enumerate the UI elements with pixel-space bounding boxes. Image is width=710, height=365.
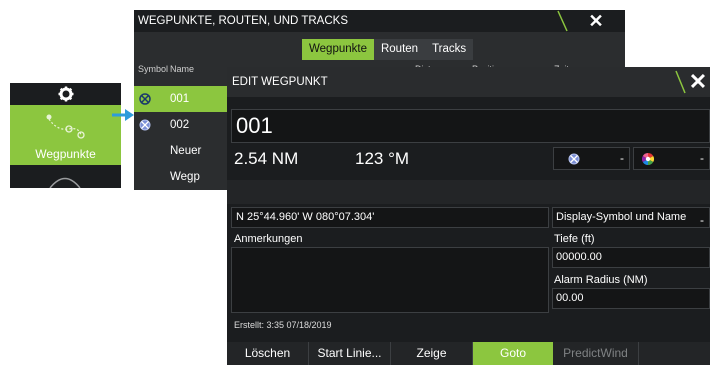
waypoints-icon [46,114,85,139]
waypoint-icon [568,153,580,165]
display-mode-dropdown[interactable]: Display-Symbol und Name - [552,207,710,228]
distance-value: 2.54 NM [234,149,299,168]
symbol-dropdown[interactable]: - [553,147,630,170]
tab-wegpunkte[interactable]: Wegpunkte [302,39,374,60]
show-button[interactable]: Zeige [391,342,473,365]
position-field[interactable]: N 25°44.960' W 080°07.304' [231,207,549,228]
sidebar: Wegpunkte [10,83,121,188]
row-name: 001 [170,93,190,105]
alarm-radius-label: Alarm Radius (NM) [554,274,648,286]
delete-button[interactable]: Löschen [227,342,309,365]
sidebar-next-item[interactable] [10,165,121,188]
edit-waypoint-dialog: EDIT WEGPUNKT ✕ 001 2.54 NM 123 °M - - N… [227,67,710,365]
alarm-radius-field[interactable]: 00.00 [552,288,710,309]
notes-label: Anmerkungen [234,233,303,245]
tab-bar: Wegpunkte Routen Tracks [302,39,474,60]
dropdown-indicator: - [700,151,704,165]
waypoint-name-field[interactable]: 001 [231,109,710,143]
arrow-right-icon [112,109,134,121]
notes-textarea[interactable] [231,247,549,313]
dialog-title: EDIT WEGPUNKT [227,67,710,97]
sidebar-item-label: Wegpunkte [35,147,96,161]
tab-routen[interactable]: Routen [373,39,426,60]
color-dropdown[interactable]: - [633,147,710,170]
row-name: 002 [170,119,190,131]
gear-icon[interactable] [10,83,121,105]
start-line-button[interactable]: Start Linie... [309,342,391,365]
predictwind-button[interactable]: PredictWind [553,342,639,365]
display-mode-value: Display-Symbol und Name [556,211,687,223]
tab-tracks[interactable]: Tracks [425,39,474,60]
sidebar-item-wegpunkte[interactable]: Wegpunkte [10,105,121,165]
waypoint-icon [139,93,151,105]
spacer-band [227,180,710,204]
depth-label: Tiefe (ft) [554,233,595,245]
dropdown-indicator: - [620,151,624,165]
goto-button[interactable]: Goto [473,342,553,365]
bearing-value: 123 °M [355,149,410,168]
close-icon[interactable]: ✕ [686,67,710,97]
table-row[interactable]: 002 [134,112,234,138]
table-row[interactable]: Neuer Wegp [134,138,234,183]
close-icon[interactable]: ✕ [567,10,625,32]
row-name: Neuer Wegp [170,145,202,183]
waypoint-icon [139,119,151,131]
header-name[interactable]: Name [170,64,194,74]
depth-field[interactable]: 00000.00 [552,247,710,268]
header-symbol[interactable]: Symbol [138,64,168,74]
created-timestamp: Erstellt: 3:35 07/18/2019 [234,320,332,330]
color-wheel-icon [642,153,654,165]
table-row[interactable]: 001 [134,86,234,112]
dropdown-indicator: - [700,213,704,227]
